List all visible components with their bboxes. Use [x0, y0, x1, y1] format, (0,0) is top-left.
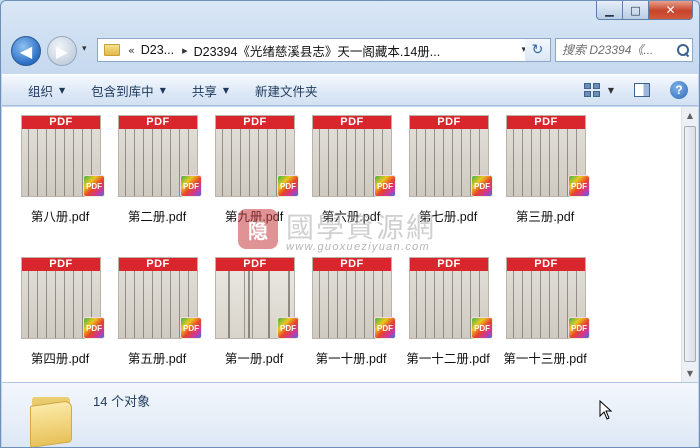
file-item[interactable]: PDF PDF 第二册.pdf [112, 107, 202, 227]
breadcrumb-current[interactable]: D23394《光绪慈溪县志》天一阁藏本.14册... [194, 41, 441, 60]
pdf-app-icon: PDF [471, 175, 493, 197]
share-label: 共享 [191, 84, 217, 99]
pdf-banner: PDF [313, 116, 391, 129]
file-name: 第八册.pdf [30, 210, 90, 224]
file-item[interactable]: PDF PDF 第九册.pdf [209, 107, 299, 227]
search-input[interactable] [562, 43, 676, 57]
folder-icon [104, 44, 120, 56]
help-icon[interactable]: ? [670, 81, 688, 99]
chevron-down-icon: ▼ [159, 85, 166, 95]
file-name: 第一十二册.pdf [406, 352, 490, 366]
pdf-banner: PDF [410, 258, 488, 271]
command-bar: 组织 ▼ 包含到库中 ▼ 共享 ▼ 新建文件夹 ▼ ? [2, 74, 698, 106]
file-item[interactable]: PDF PDF 第一十二册.pdf [403, 249, 493, 369]
pdf-app-icon: PDF [568, 317, 590, 339]
vertical-scrollbar[interactable]: ▲ ▼ [681, 107, 698, 382]
mouse-cursor-icon [599, 400, 613, 420]
file-item[interactable]: PDF PDF 第一册.pdf [209, 249, 299, 369]
refresh-button[interactable]: ↻ [525, 38, 551, 62]
back-button[interactable]: ◀ [11, 36, 41, 66]
scroll-up-button[interactable]: ▲ [682, 107, 698, 124]
recent-pages-dropdown[interactable]: ▾ [82, 44, 87, 54]
pdf-app-icon: PDF [83, 175, 105, 197]
pdf-app-icon: PDF [471, 317, 493, 339]
organize-label: 组织 [28, 84, 54, 99]
search-box[interactable] [555, 38, 693, 62]
pdf-app-icon: PDF [180, 175, 202, 197]
file-name: 第二册.pdf [127, 210, 187, 224]
share-menu[interactable]: 共享 ▼ [192, 81, 229, 100]
organize-menu[interactable]: 组织 ▼ [28, 81, 65, 100]
file-item[interactable]: PDF PDF 第八册.pdf [15, 107, 105, 227]
chevron-down-icon: ▼ [222, 85, 230, 95]
pdf-banner: PDF [313, 258, 391, 271]
pdf-banner: PDF [119, 258, 197, 271]
new-folder-label: 新建文件夹 [255, 84, 318, 99]
explorer-window: ▁ □ ✕ ◀ ▶ ▾ « D23... ▸ D23394《光绪慈溪县志》天一阁… [0, 0, 700, 448]
file-name: 第四册.pdf [30, 352, 90, 366]
file-name: 第一十三册.pdf [503, 352, 587, 366]
pdf-app-icon: PDF [568, 175, 590, 197]
file-item[interactable]: PDF PDF 第一十册.pdf [306, 249, 396, 369]
file-name: 第六册.pdf [321, 210, 381, 224]
pdf-app-icon: PDF [83, 317, 105, 339]
file-name: 第五册.pdf [127, 352, 187, 366]
preview-pane-icon[interactable] [634, 83, 650, 97]
pdf-banner: PDF [507, 258, 585, 271]
pdf-banner: PDF [119, 116, 197, 129]
view-options-dropdown[interactable]: ▼ [608, 86, 614, 95]
minimize-button[interactable]: ▁ [596, 1, 623, 20]
forward-button[interactable]: ▶ [47, 36, 77, 66]
file-name: 第九册.pdf [224, 210, 284, 224]
navigation-bar: ◀ ▶ ▾ « D23... ▸ D23394《光绪慈溪县志》天一阁藏本.14册… [9, 34, 693, 68]
file-item[interactable]: PDF PDF 第七册.pdf [403, 107, 493, 227]
file-list: PDF PDF 第八册.pdf PDF PDF 第二册.pdf PDF PDF 第九册.pdf P… [2, 107, 698, 382]
view-controls: ▼ ? [583, 81, 688, 99]
breadcrumb-overflow[interactable]: « [128, 44, 135, 57]
details-pane: 14 个对象 [2, 382, 698, 447]
scroll-down-button[interactable]: ▼ [682, 365, 698, 382]
breadcrumb-separator[interactable]: ▸ [182, 44, 188, 57]
close-button[interactable]: ✕ [649, 1, 693, 20]
pdf-app-icon: PDF [277, 175, 299, 197]
item-count: 14 个对象 [93, 394, 151, 409]
caption-buttons: ▁ □ ✕ [596, 1, 693, 20]
folder-icon [30, 391, 74, 447]
file-item[interactable]: PDF PDF 第一十三册.pdf [500, 249, 590, 369]
pdf-app-icon: PDF [180, 317, 202, 339]
file-item[interactable]: PDF PDF 第六册.pdf [306, 107, 396, 227]
include-in-library-label: 包含到库中 [91, 84, 154, 99]
pdf-app-icon: PDF [374, 175, 396, 197]
maximize-button[interactable]: □ [623, 1, 649, 20]
new-folder-button[interactable]: 新建文件夹 [255, 81, 318, 100]
file-name: 第一十册.pdf [315, 352, 387, 366]
pdf-app-icon: PDF [374, 317, 396, 339]
pdf-banner: PDF [216, 116, 294, 129]
chevron-down-icon: ▼ [59, 85, 66, 95]
pdf-banner: PDF [216, 258, 294, 271]
pdf-app-icon: PDF [277, 317, 299, 339]
file-item[interactable]: PDF PDF 第三册.pdf [500, 107, 590, 227]
search-icon[interactable] [676, 43, 690, 57]
file-name: 第三册.pdf [515, 210, 575, 224]
pdf-banner: PDF [22, 116, 100, 129]
file-name: 第一册.pdf [224, 352, 284, 366]
include-in-library-menu[interactable]: 包含到库中 ▼ [91, 81, 166, 100]
scrollbar-thumb[interactable] [684, 126, 696, 362]
breadcrumb-item[interactable]: D23... [141, 43, 174, 57]
change-view-icon[interactable] [583, 83, 600, 97]
pdf-banner: PDF [507, 116, 585, 129]
file-item[interactable]: PDF PDF 第四册.pdf [15, 249, 105, 369]
pdf-banner: PDF [22, 258, 100, 271]
address-bar[interactable]: « D23... ▸ D23394《光绪慈溪县志》天一阁藏本.14册... ▾ [97, 38, 545, 62]
pdf-banner: PDF [410, 116, 488, 129]
file-item[interactable]: PDF PDF 第五册.pdf [112, 249, 202, 369]
file-name: 第七册.pdf [418, 210, 478, 224]
